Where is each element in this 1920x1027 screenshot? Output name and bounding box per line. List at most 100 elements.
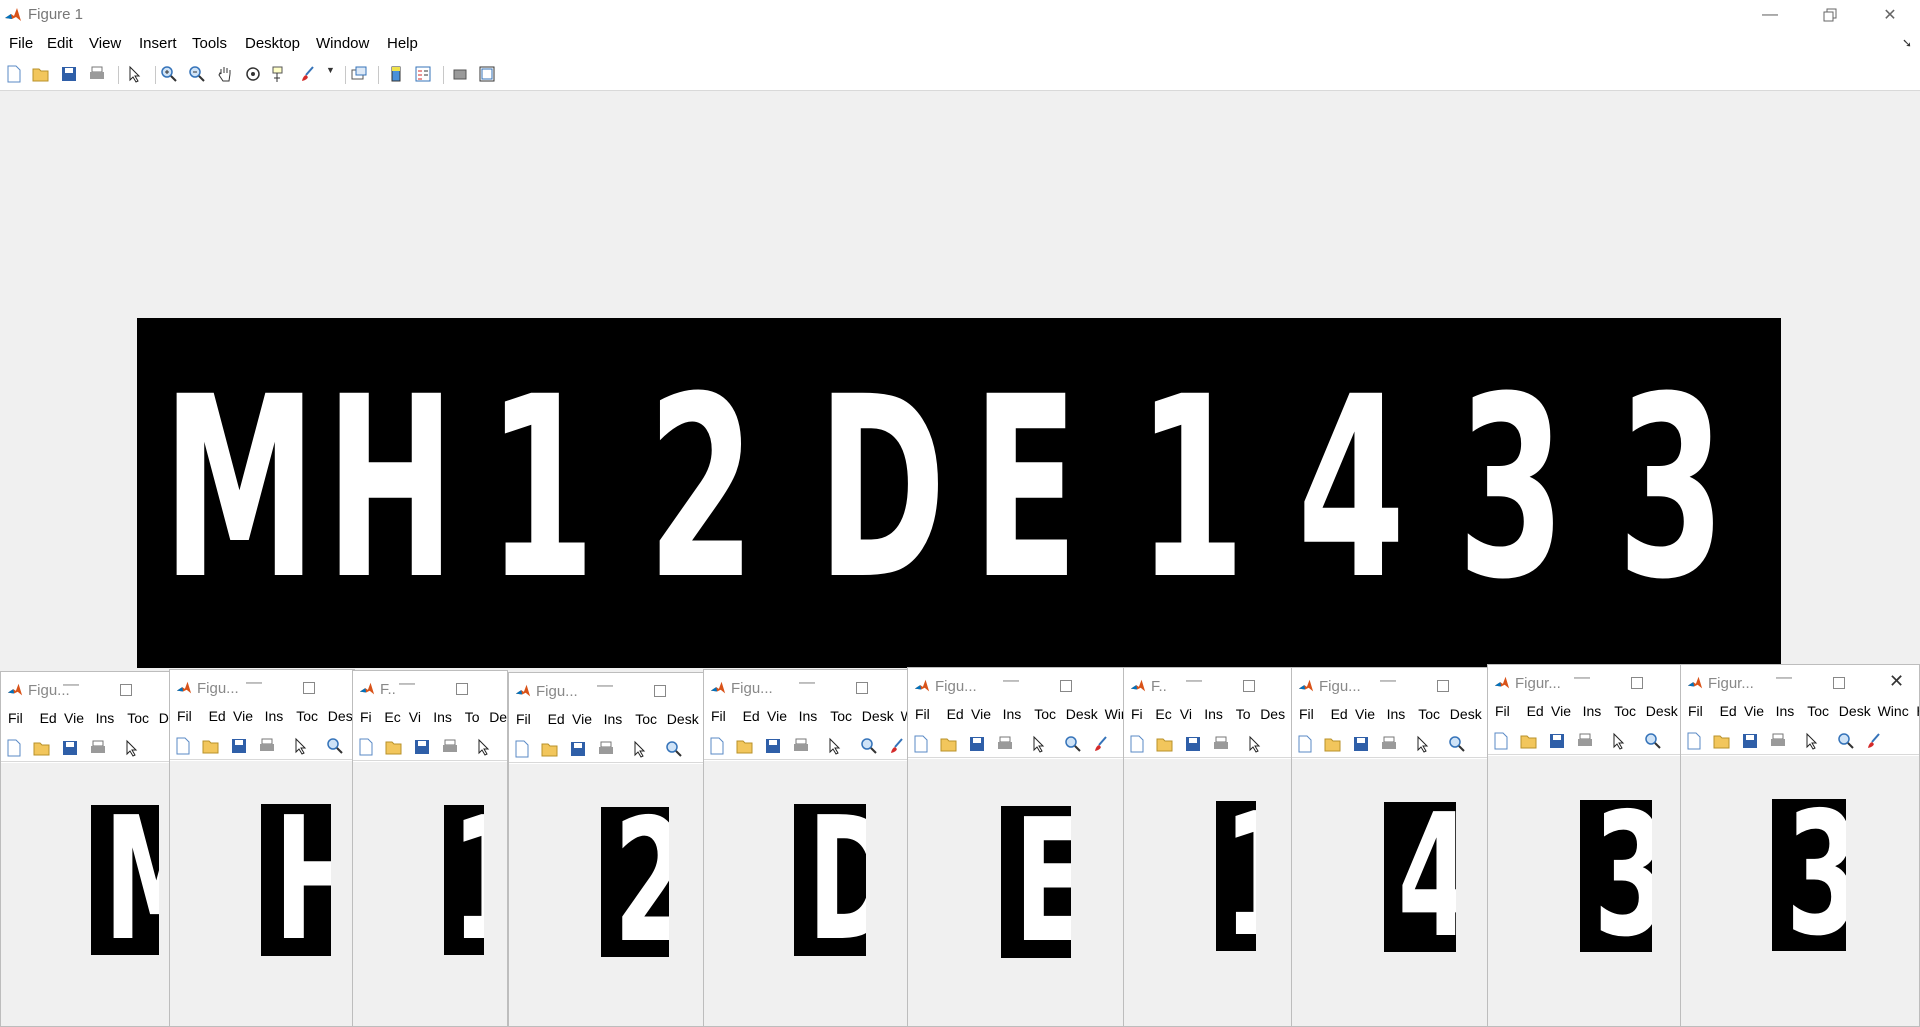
new-figure-icon[interactable] [912,735,930,753]
figure-title-bar[interactable]: Figur... — [1488,665,1682,701]
maximize-icon[interactable] [456,683,468,695]
figure-title-bar[interactable]: Figu... — [704,670,908,706]
edit-plot-arrow-icon[interactable] [1246,735,1264,753]
figure-menu-item[interactable]: Fil [1495,703,1510,719]
new-figure-icon[interactable] [1296,735,1314,753]
print-icon[interactable] [1769,732,1787,750]
figure-window-8[interactable]: Figu...—FilEdVieInsTocDeskWir4 [1291,667,1489,1027]
maximize-icon[interactable] [856,682,868,694]
figure-menu-item[interactable]: Toc [830,708,852,724]
figure-menu-item[interactable]: Vi [1180,706,1192,722]
open-file-icon[interactable] [1324,735,1342,753]
menu-help[interactable]: Help [387,35,418,52]
edit-plot-arrow-icon[interactable] [126,65,144,83]
print-icon[interactable] [996,735,1014,753]
open-file-icon[interactable] [1520,732,1538,750]
figure-menu-item[interactable]: Ed [1720,703,1737,719]
figure-window-1[interactable]: Figu...—FilEdVieInsTocDeskM [0,671,172,1027]
figure-menu-item[interactable]: Ec [1155,706,1171,722]
maximize-icon[interactable] [303,682,315,694]
brush-icon[interactable] [1092,735,1110,753]
maximize-icon[interactable] [1833,677,1845,689]
figure-menu-item[interactable]: Toc [127,710,149,726]
minimize-icon[interactable]: — [1186,672,1202,690]
figure-title-bar[interactable]: F.. — [353,671,507,707]
figure-menu-item[interactable]: Toc [1614,703,1636,719]
minimize-icon[interactable]: — [1380,672,1396,690]
figure-window-3[interactable]: F..—FiEcViInsToDesW1 [352,670,508,1027]
figure-menu-item[interactable]: Toc [296,708,318,724]
figure-menu-item[interactable]: Desk [1066,706,1098,722]
figure-menu-item[interactable]: Des [1260,706,1285,722]
open-file-icon[interactable] [202,737,220,755]
figure-menu-item[interactable]: Vie [572,711,592,727]
hide-plot-tools-icon[interactable] [451,65,469,83]
figure-menu-item[interactable]: Ed [743,708,760,724]
print-icon[interactable] [89,739,107,757]
save-icon[interactable] [1548,732,1566,750]
open-file-icon[interactable] [33,739,51,757]
open-file-icon[interactable] [32,65,50,83]
figure-menu-item[interactable]: Ed [209,708,226,724]
edit-plot-arrow-icon[interactable] [292,737,310,755]
maximize-icon[interactable] [654,685,666,697]
print-icon[interactable] [597,740,615,758]
open-file-icon[interactable] [541,740,559,758]
save-icon[interactable] [230,737,248,755]
new-figure-icon[interactable] [513,740,531,758]
print-icon[interactable] [441,738,459,756]
figure-menu-item[interactable]: Ed [1527,703,1544,719]
print-icon[interactable] [792,737,810,755]
rotate-3d-icon[interactable] [244,65,262,83]
zoom-in-icon[interactable] [1064,735,1082,753]
figure-menu-item[interactable]: Vie [1744,703,1764,719]
edit-plot-arrow-icon[interactable] [1030,735,1048,753]
figure-menu-item[interactable]: Vie [971,706,991,722]
minimize-icon[interactable]: — [63,676,79,694]
figure-menu-item[interactable]: Vie [767,708,787,724]
dock-arrow-icon[interactable]: ➘ [1902,36,1912,50]
new-figure-icon[interactable] [357,738,375,756]
restore-button[interactable] [1800,0,1860,30]
brush-icon[interactable] [1865,732,1883,750]
figure-menu-item[interactable]: Desk [1646,703,1678,719]
menu-file[interactable]: File [9,35,33,52]
figure-window-10[interactable]: Figur... — ✕ Fil Ed Vie Ins Toc Desk Winc He 3 [1680,664,1920,1027]
figure-menu-item[interactable]: Ins [1387,706,1406,722]
zoom-in-icon[interactable] [1644,732,1662,750]
figure-menu-item[interactable]: Ins [604,711,623,727]
open-file-icon[interactable] [1713,732,1731,750]
new-figure-icon[interactable] [1128,735,1146,753]
figure-window-9[interactable]: Figur...—FilEdVieInsTocDeskW3 [1487,664,1683,1027]
figure-menu-item[interactable]: Fil [711,708,726,724]
zoom-in-icon[interactable] [160,65,178,83]
figure-menu-item[interactable]: Toc [635,711,657,727]
maximize-icon[interactable] [1243,680,1255,692]
save-icon[interactable] [569,740,587,758]
figure-menu-item[interactable]: Toc [1807,703,1829,719]
figure-menu-item[interactable]: Desk [1839,703,1871,719]
figure-title-bar[interactable]: Figu... — [1,672,171,708]
pan-hand-icon[interactable] [216,65,234,83]
edit-plot-arrow-icon[interactable] [1610,732,1628,750]
zoom-in-icon[interactable] [1448,735,1466,753]
print-icon[interactable] [88,65,106,83]
new-figure-icon[interactable] [1492,732,1510,750]
menu-insert[interactable]: Insert [139,35,177,52]
figure-menu-item[interactable]: Ins [96,710,115,726]
figure-menu-item[interactable]: Ins [1204,706,1223,722]
menu-window[interactable]: Window [316,35,369,52]
menu-tools[interactable]: Tools [192,35,227,52]
legend-icon[interactable] [414,65,432,83]
figure-menu-item[interactable]: Desk [328,708,354,724]
menu-desktop[interactable]: Desktop [245,35,300,52]
save-icon[interactable] [968,735,986,753]
close-button[interactable]: ✕ [1860,0,1920,30]
minimize-icon[interactable]: — [799,674,815,692]
maximize-icon[interactable] [1060,680,1072,692]
figure-menu-item[interactable]: Fil [8,710,23,726]
minimize-icon[interactable]: — [597,677,613,695]
new-figure-icon[interactable] [5,739,23,757]
figure-menu-item[interactable]: Winc [1878,703,1909,719]
new-figure-icon[interactable] [174,737,192,755]
